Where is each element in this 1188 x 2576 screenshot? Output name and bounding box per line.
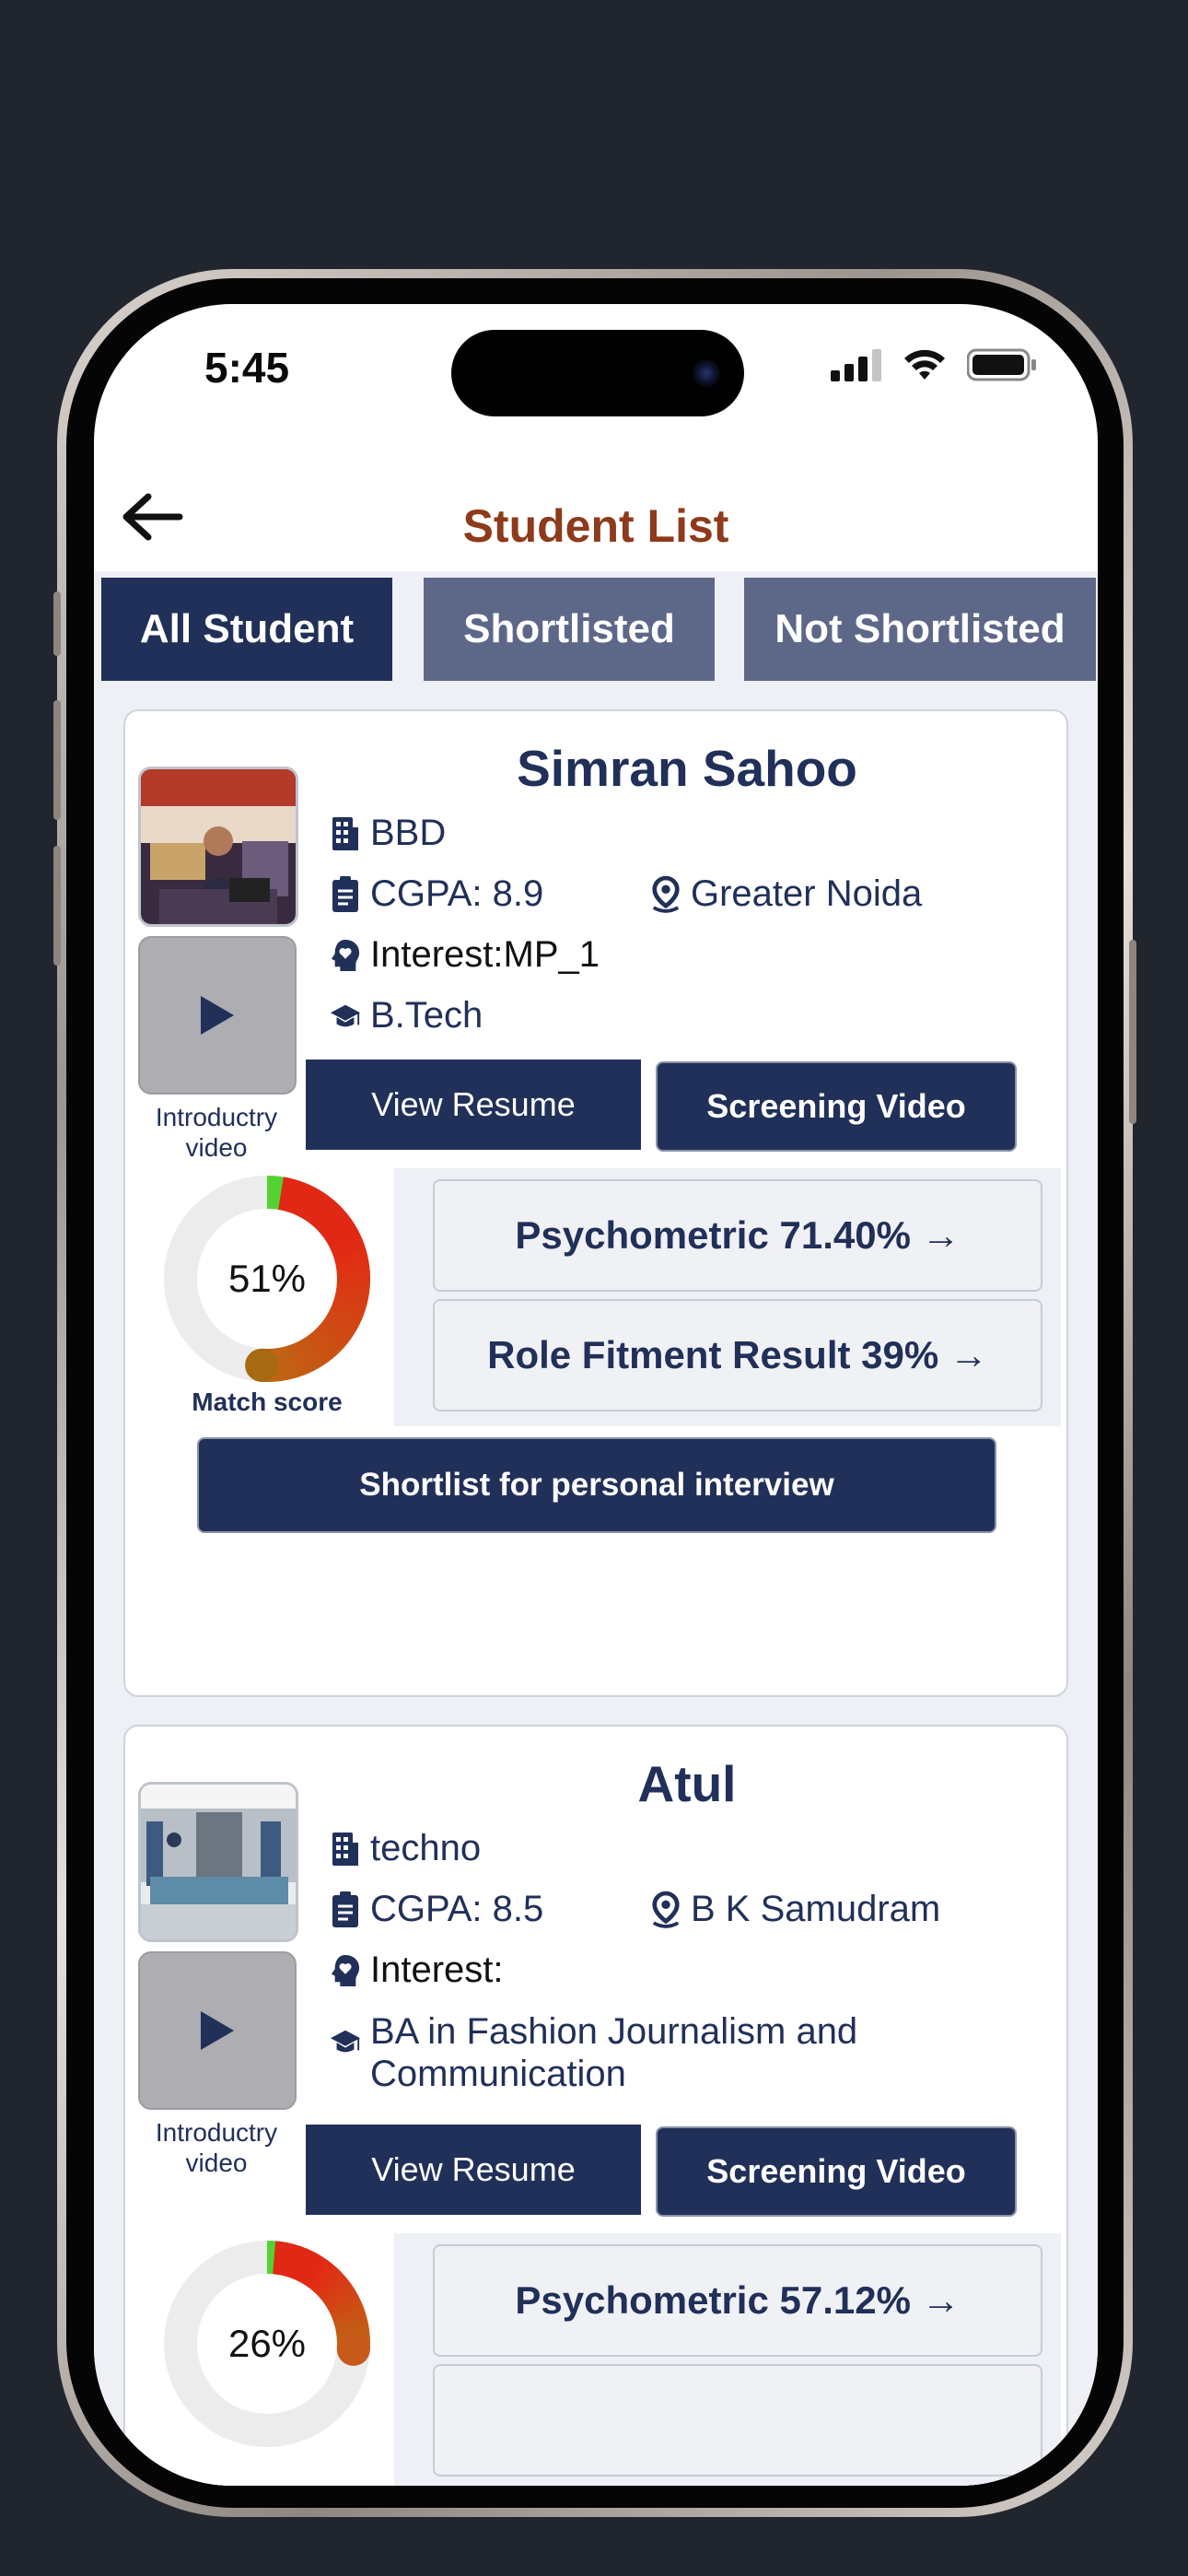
page-title: Student List bbox=[462, 500, 729, 552]
role-fitment-button[interactable]: Role Fitment Result 39% → bbox=[433, 1299, 1042, 1411]
location-pin-icon bbox=[650, 875, 681, 913]
power-button bbox=[1129, 940, 1136, 1124]
college-text: BBD bbox=[370, 813, 447, 853]
student-card: Introductry video Simran Sahoo BBD CGPA:… bbox=[123, 709, 1068, 1697]
tab-shortlisted[interactable]: Shortlisted bbox=[424, 578, 715, 681]
intro-video-play-button[interactable] bbox=[138, 936, 297, 1095]
action-button bbox=[53, 591, 61, 656]
match-score-label: Match score bbox=[192, 1388, 343, 1416]
psychometric-button[interactable]: Psychometric 57.12% → bbox=[433, 2244, 1042, 2357]
intro-video-label: Introductry video bbox=[155, 1103, 278, 1162]
location-row: B K Samudram bbox=[650, 1889, 940, 1930]
screening-video-button[interactable]: Screening Video bbox=[656, 1061, 1017, 1152]
score-row: 26% Psychometric 57.12% → bbox=[140, 2233, 1061, 2486]
student-name: Simran Sahoo bbox=[517, 740, 857, 797]
view-resume-button[interactable]: View Resume bbox=[306, 2125, 641, 2215]
play-icon bbox=[201, 2011, 234, 2050]
student-photo bbox=[138, 1782, 298, 1942]
role-fitment-button[interactable] bbox=[433, 2364, 1042, 2476]
volume-down-button bbox=[53, 846, 61, 966]
cgpa-row: CGPA: 8.9 bbox=[330, 873, 543, 915]
status-time: 5:45 bbox=[204, 344, 290, 392]
shortlist-button[interactable]: Shortlist for personal interview bbox=[197, 1437, 996, 1533]
interest-row: Interest: bbox=[330, 1950, 504, 1991]
building-icon bbox=[330, 1831, 361, 1868]
match-score-value: 26% bbox=[227, 2322, 307, 2365]
view-resume-button[interactable]: View Resume bbox=[306, 1060, 641, 1150]
dynamic-island bbox=[451, 330, 744, 416]
app-header: Student List bbox=[94, 442, 1098, 590]
cgpa-text: CGPA: 8.5 bbox=[370, 1889, 544, 1929]
cgpa-text: CGPA: 8.9 bbox=[370, 873, 544, 914]
graduation-cap-icon bbox=[330, 2023, 361, 2060]
tab-all-student[interactable]: All Student bbox=[101, 578, 392, 681]
location-text: Greater Noida bbox=[691, 873, 923, 914]
student-name: Atul bbox=[637, 1755, 737, 1812]
college-text: techno bbox=[370, 1828, 482, 1868]
tab-bar: All Student Shortlisted Not Shortlisted bbox=[101, 578, 1096, 681]
student-card: Introductry video Atul techno CGPA: 8.5 … bbox=[123, 1725, 1068, 2486]
clipboard-icon bbox=[330, 875, 361, 913]
heart-head-icon bbox=[330, 937, 361, 974]
volume-up-button bbox=[53, 700, 61, 820]
interest-text: Interest:MP_1 bbox=[370, 934, 600, 975]
match-score-gauge: 26% bbox=[140, 2233, 394, 2486]
location-row: Greater Noida bbox=[650, 873, 922, 915]
interest-text: Interest: bbox=[370, 1950, 504, 1990]
match-score-gauge: 51% Match score bbox=[140, 1168, 394, 1426]
intro-video-play-button[interactable] bbox=[138, 1951, 297, 2110]
score-row: 51% Match score Psychometric 71.40% → Ro… bbox=[140, 1168, 1061, 1426]
tab-not-shortlisted[interactable]: Not Shortlisted bbox=[744, 578, 1096, 681]
degree-row: B.Tech bbox=[330, 995, 483, 1036]
gauge-end-cap bbox=[245, 1348, 279, 1382]
college-row: techno bbox=[330, 1828, 481, 1869]
play-icon bbox=[201, 996, 234, 1035]
degree-text: BA in Fashion Journalism and Communicati… bbox=[370, 2011, 858, 2094]
graduation-cap-icon bbox=[330, 998, 361, 1035]
location-text: B K Samudram bbox=[691, 1889, 941, 1929]
degree-text: B.Tech bbox=[370, 995, 483, 1036]
student-photo bbox=[138, 767, 298, 927]
screening-video-button[interactable]: Screening Video bbox=[656, 2126, 1017, 2217]
psychometric-button[interactable]: Psychometric 71.40% → bbox=[433, 1179, 1042, 1292]
match-score-value: 51% bbox=[227, 1257, 307, 1300]
heart-head-icon bbox=[330, 1952, 361, 1989]
signal-icon bbox=[831, 349, 881, 381]
interest-row: Interest:MP_1 bbox=[330, 934, 600, 976]
college-row: BBD bbox=[330, 813, 446, 854]
building-icon bbox=[330, 815, 361, 852]
location-pin-icon bbox=[650, 1891, 681, 1928]
status-icons bbox=[831, 348, 1037, 381]
cgpa-row: CGPA: 8.5 bbox=[330, 1889, 543, 1930]
clipboard-icon bbox=[330, 1891, 361, 1928]
intro-video-label: Introductry video bbox=[155, 2118, 278, 2177]
student-list-content[interactable]: All Student Shortlisted Not Shortlisted bbox=[94, 571, 1098, 2486]
screen: 5:45 Student List All Student Shortliste… bbox=[94, 304, 1098, 2486]
wifi-icon bbox=[904, 349, 945, 380]
degree-row: BA in Fashion Journalism and Communicati… bbox=[330, 2010, 904, 2095]
battery-icon bbox=[967, 348, 1036, 381]
